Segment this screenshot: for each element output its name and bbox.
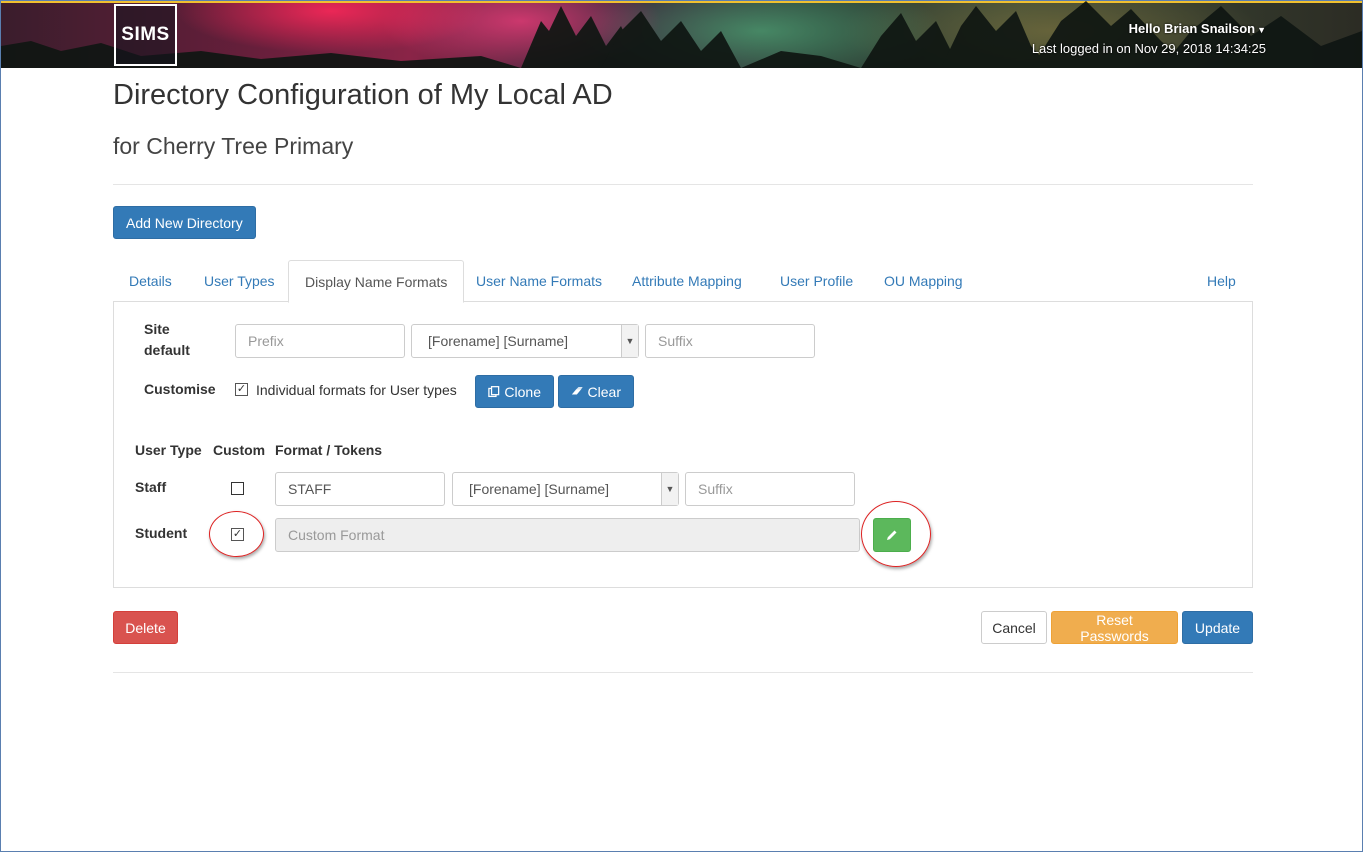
help-link[interactable]: Help [1191, 260, 1252, 302]
header-format-tokens: Format / Tokens [275, 442, 383, 458]
staff-custom-checkbox[interactable] [231, 482, 244, 495]
header-banner: SIMS Hello Brian Snailson ▼ Last logged i… [1, 1, 1362, 68]
clone-button[interactable]: Clone [475, 375, 554, 408]
clone-label: Clone [504, 383, 541, 400]
staff-format-value: [Forename] [Surname] [469, 481, 610, 497]
student-custom-format-input[interactable]: Custom Format [275, 518, 860, 552]
customise-label: Customise [144, 381, 216, 397]
add-new-directory-button[interactable]: Add New Directory [113, 206, 256, 239]
site-prefix-input[interactable]: Prefix [235, 324, 405, 358]
user-greeting[interactable]: Hello Brian Snailson [1129, 21, 1255, 36]
tab-user-types[interactable]: User Types [188, 260, 291, 302]
delete-button[interactable]: Delete [113, 611, 178, 644]
tab-ou-mapping[interactable]: OU Mapping [868, 260, 979, 302]
divider [113, 672, 1253, 673]
highlight-circle [861, 501, 931, 567]
sims-logo[interactable]: SIMS [114, 4, 177, 66]
individual-formats-label: Individual formats for User types [256, 382, 457, 398]
divider [113, 184, 1253, 185]
eraser-icon [571, 386, 583, 395]
tab-details[interactable]: Details [113, 260, 188, 302]
page-title: Directory Configuration of My Local AD [113, 79, 613, 111]
caret-down-icon[interactable]: ▼ [1257, 25, 1266, 35]
tab-bar: Details User Types Display Name Formats … [113, 260, 1253, 303]
cancel-button[interactable]: Cancel [981, 611, 1047, 644]
copy-icon [488, 385, 500, 397]
tab-attribute-mapping[interactable]: Attribute Mapping [616, 260, 758, 302]
staff-prefix-input[interactable]: STAFF [275, 472, 445, 506]
staff-suffix-input[interactable]: Suffix [685, 472, 855, 506]
row-student-type: Student [135, 525, 188, 541]
site-default-label: Site default [144, 321, 190, 358]
clear-button[interactable]: Clear [558, 375, 634, 408]
update-button[interactable]: Update [1182, 611, 1253, 644]
site-format-value: [Forename] [Surname] [428, 333, 569, 349]
tab-user-profile[interactable]: User Profile [764, 260, 869, 302]
individual-formats-checkbox[interactable]: ✓ [235, 383, 248, 396]
tab-display-name-formats[interactable]: Display Name Formats [288, 260, 465, 303]
chevron-down-icon[interactable]: ▼ [661, 473, 678, 505]
last-login-text: Last logged in on Nov 29, 2018 14:34:25 [1031, 41, 1266, 56]
user-menu[interactable]: Hello Brian Snailson ▼ [1129, 21, 1266, 36]
tab-user-name-formats[interactable]: User Name Formats [460, 260, 618, 302]
row-staff-type: Staff [135, 479, 167, 495]
header-custom: Custom [213, 442, 266, 458]
page-subtitle: for Cherry Tree Primary [113, 133, 354, 159]
clear-label: Clear [587, 383, 621, 400]
staff-format-select[interactable]: [Forename] [Surname] ▼ [452, 472, 679, 506]
site-format-select[interactable]: [Forename] [Surname] ▼ [411, 324, 639, 358]
header-user-type: User Type [135, 442, 202, 458]
reset-passwords-button[interactable]: Reset Passwords [1051, 611, 1178, 644]
site-suffix-input[interactable]: Suffix [645, 324, 815, 358]
chevron-down-icon[interactable]: ▼ [621, 325, 638, 357]
highlight-circle [209, 511, 264, 557]
